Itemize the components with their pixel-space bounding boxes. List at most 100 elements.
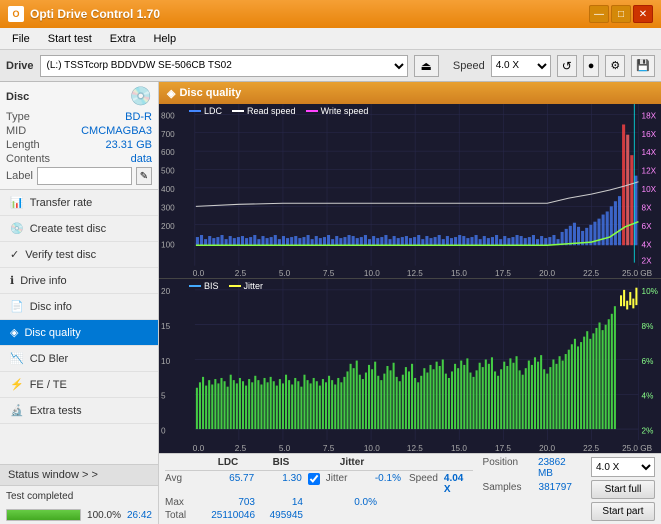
- menu-start-test[interactable]: Start test: [40, 31, 100, 47]
- svg-text:0.0: 0.0: [193, 443, 205, 453]
- jitter-legend-label: Jitter: [244, 281, 264, 291]
- stats-avg-jitter: -0.1%: [351, 473, 401, 495]
- toolbar-row: Drive (L:) TSSTcorp BDDVDW SE-506CB TS02…: [0, 50, 661, 82]
- stats-avg-speed: 4.04 X: [444, 473, 473, 495]
- eject-button[interactable]: ⏏: [414, 55, 439, 77]
- disc-length-row: Length 23.31 GB: [6, 139, 152, 151]
- bottom-chart-svg: 20 15 10 5 0 10% 8% 6% 4% 2% 0.0 2.5: [159, 279, 661, 453]
- sidebar-item-disc-info[interactable]: 📄 Disc info: [0, 294, 158, 320]
- svg-text:2.5: 2.5: [235, 269, 247, 278]
- svg-text:12.5: 12.5: [407, 443, 423, 453]
- disc-section-label: Disc: [6, 91, 29, 103]
- disc-quality-icon: ◈: [10, 326, 18, 339]
- progress-bar-fill: [7, 510, 80, 520]
- sidebar-item-verify-test-disc[interactable]: ✓ Verify test disc: [0, 242, 158, 268]
- svg-text:18X: 18X: [642, 111, 657, 120]
- svg-text:10.0: 10.0: [364, 443, 380, 453]
- legend-bis: BIS: [189, 281, 219, 291]
- progress-percent: 100.0%: [87, 510, 121, 521]
- disc-type-value: BD-R: [125, 111, 152, 123]
- sidebar-item-create-test-disc[interactable]: 💿 Create test disc: [0, 216, 158, 242]
- speed-select[interactable]: 4.0 X: [491, 55, 551, 77]
- sidebar-item-extra-tests[interactable]: 🔬 Extra tests: [0, 398, 158, 424]
- status-window-label: Status window > >: [8, 469, 98, 481]
- extra-tests-icon: 🔬: [10, 404, 24, 417]
- apply-speed-button[interactable]: ↺: [557, 55, 577, 77]
- stats-spacer: [307, 457, 323, 468]
- menubar: File Start test Extra Help: [0, 28, 661, 50]
- svg-text:6%: 6%: [642, 356, 654, 366]
- legend-write-speed: Write speed: [306, 106, 369, 116]
- progress-bar-container: [6, 509, 81, 521]
- sidebar-item-disc-quality-label: Disc quality: [24, 327, 80, 339]
- disc-label-input[interactable]: [37, 167, 132, 185]
- svg-text:2.5: 2.5: [235, 443, 247, 453]
- disc-label-row: Label ✎: [6, 167, 152, 185]
- menu-help[interactable]: Help: [145, 31, 184, 47]
- disc-icon: 💿: [130, 86, 152, 107]
- stats-panel: LDC BIS Jitter Avg 65.77 1.30 Jitter -0.…: [159, 453, 661, 524]
- svg-text:20: 20: [161, 286, 170, 296]
- disc-mid-value: CMCMAGBA3: [81, 125, 152, 137]
- disc-section: Disc 💿 Type BD-R MID CMCMAGBA3 Length 23…: [0, 82, 158, 190]
- sidebar-item-drive-info[interactable]: ℹ Drive info: [0, 268, 158, 294]
- disc-label-button[interactable]: ✎: [136, 167, 152, 185]
- titlebar: O Opti Drive Control 1.70 — □ ✕: [0, 0, 661, 28]
- sidebar-item-transfer-rate-label: Transfer rate: [30, 197, 93, 209]
- cd-bler-icon: 📉: [10, 352, 24, 365]
- legend-jitter: Jitter: [229, 281, 264, 291]
- speed-results-dropdown[interactable]: 4.0 X: [591, 457, 655, 477]
- record-button[interactable]: ●: [583, 55, 600, 77]
- read-speed-legend-label: Read speed: [247, 106, 296, 116]
- speed-label: Speed: [453, 60, 485, 72]
- sidebar-item-disc-info-label: Disc info: [30, 301, 72, 313]
- jitter-legend-color: [229, 285, 241, 287]
- svg-text:2X: 2X: [642, 257, 653, 266]
- minimize-button[interactable]: —: [589, 5, 609, 23]
- sidebar: Disc 💿 Type BD-R MID CMCMAGBA3 Length 23…: [0, 82, 159, 524]
- sidebar-item-disc-quality[interactable]: ◈ Disc quality: [0, 320, 158, 346]
- jitter-check-label: Jitter: [326, 473, 348, 495]
- app-icon: O: [8, 6, 24, 22]
- svg-text:22.5: 22.5: [583, 443, 599, 453]
- svg-text:10%: 10%: [642, 286, 659, 296]
- sidebar-item-cd-bler-label: CD Bler: [30, 353, 69, 365]
- menu-extra[interactable]: Extra: [102, 31, 144, 47]
- transfer-rate-icon: 📊: [10, 196, 24, 209]
- svg-text:2%: 2%: [642, 425, 654, 435]
- jitter-checkbox[interactable]: [308, 473, 320, 485]
- save-button[interactable]: 💾: [631, 55, 655, 77]
- read-speed-legend-color: [232, 110, 244, 112]
- disc-contents-value: data: [131, 153, 152, 165]
- svg-text:14X: 14X: [642, 148, 657, 157]
- stats-max-jitter: 0.0%: [327, 497, 377, 508]
- sidebar-item-drive-info-label: Drive info: [20, 275, 66, 287]
- close-button[interactable]: ✕: [633, 5, 653, 23]
- svg-text:10X: 10X: [642, 185, 657, 194]
- svg-text:0: 0: [161, 425, 166, 435]
- disc-info-icon: 📄: [10, 300, 24, 313]
- settings-button[interactable]: ⚙: [605, 55, 625, 77]
- status-window-bar[interactable]: Status window > >: [0, 464, 158, 485]
- maximize-button[interactable]: □: [611, 5, 631, 23]
- svg-text:200: 200: [161, 222, 175, 231]
- start-full-button[interactable]: Start full: [591, 480, 655, 499]
- stats-table: LDC BIS Jitter Avg 65.77 1.30 Jitter -0.…: [165, 457, 473, 521]
- drive-select[interactable]: (L:) TSSTcorp BDDVDW SE-506CB TS02: [40, 55, 408, 77]
- sidebar-item-cd-bler[interactable]: 📉 CD Bler: [0, 346, 158, 372]
- svg-text:16X: 16X: [642, 130, 657, 139]
- content-area: ◈ Disc quality LDC Read speed: [159, 82, 661, 524]
- svg-text:4X: 4X: [642, 240, 653, 249]
- menu-file[interactable]: File: [4, 31, 38, 47]
- start-part-button[interactable]: Start part: [591, 502, 655, 521]
- position-value: 23862 MB: [538, 457, 583, 479]
- svg-text:4%: 4%: [642, 390, 654, 400]
- top-chart: LDC Read speed Write speed: [159, 104, 661, 279]
- samples-value: 381797: [539, 482, 572, 493]
- top-chart-legend: LDC Read speed Write speed: [189, 106, 368, 116]
- svg-text:5.0: 5.0: [279, 443, 291, 453]
- sidebar-item-transfer-rate[interactable]: 📊 Transfer rate: [0, 190, 158, 216]
- sidebar-item-fe-te[interactable]: ⚡ FE / TE: [0, 372, 158, 398]
- create-disc-icon: 💿: [10, 222, 24, 235]
- sidebar-item-verify-test-disc-label: Verify test disc: [25, 249, 96, 261]
